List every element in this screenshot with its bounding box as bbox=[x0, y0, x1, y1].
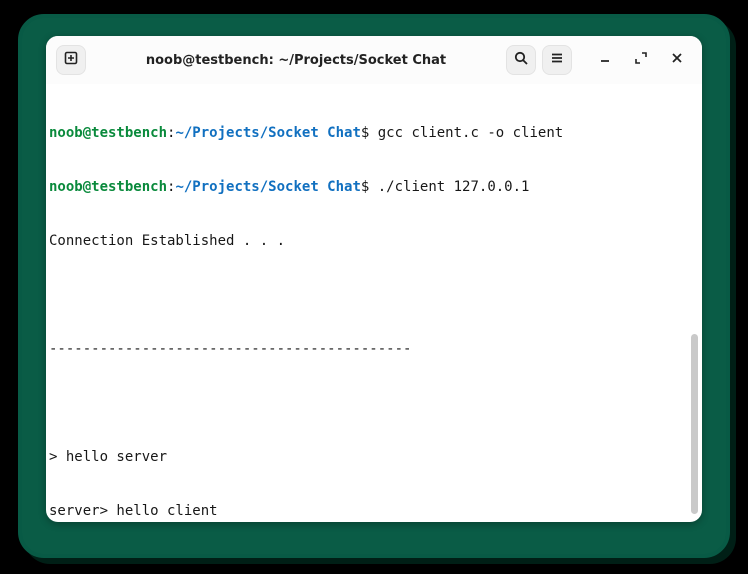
prompt-user: noob@testbench bbox=[49, 125, 167, 141]
close-button[interactable] bbox=[662, 45, 692, 75]
output-line bbox=[48, 286, 700, 304]
prompt-path: ~/Projects/Socket Chat bbox=[175, 125, 360, 141]
output-line bbox=[48, 394, 700, 412]
prompt-path: ~/Projects/Socket Chat bbox=[175, 179, 360, 195]
output-line: > hello server bbox=[48, 448, 700, 466]
new-tab-button[interactable] bbox=[56, 45, 86, 75]
scrollbar-thumb[interactable] bbox=[691, 334, 698, 514]
output-line: server> hello client bbox=[48, 502, 700, 520]
prompt-line: noob@testbench:~/Projects/Socket Chat$ .… bbox=[48, 178, 700, 196]
search-icon bbox=[513, 50, 529, 70]
terminal-body[interactable]: noob@testbench:~/Projects/Socket Chat$ g… bbox=[46, 84, 702, 522]
prompt-command: ./client 127.0.0.1 bbox=[378, 179, 530, 195]
prompt-user: noob@testbench bbox=[49, 179, 167, 195]
terminal-window: noob@testbench: ~/Projects/Socket Chat bbox=[46, 36, 702, 522]
minimize-button[interactable] bbox=[590, 45, 620, 75]
titlebar: noob@testbench: ~/Projects/Socket Chat bbox=[46, 36, 702, 84]
menu-button[interactable] bbox=[542, 45, 572, 75]
close-icon bbox=[669, 50, 685, 70]
prompt-line: noob@testbench:~/Projects/Socket Chat$ g… bbox=[48, 124, 700, 142]
hamburger-icon bbox=[549, 50, 565, 70]
maximize-button[interactable] bbox=[626, 45, 656, 75]
search-button[interactable] bbox=[506, 45, 536, 75]
window-title: noob@testbench: ~/Projects/Socket Chat bbox=[92, 53, 500, 68]
maximize-icon bbox=[633, 50, 649, 70]
new-tab-icon bbox=[63, 50, 79, 70]
minimize-icon bbox=[597, 50, 613, 70]
output-separator: ----------------------------------------… bbox=[48, 340, 700, 358]
prompt-command: gcc client.c -o client bbox=[378, 125, 563, 141]
output-line: Connection Established . . . bbox=[48, 232, 700, 250]
